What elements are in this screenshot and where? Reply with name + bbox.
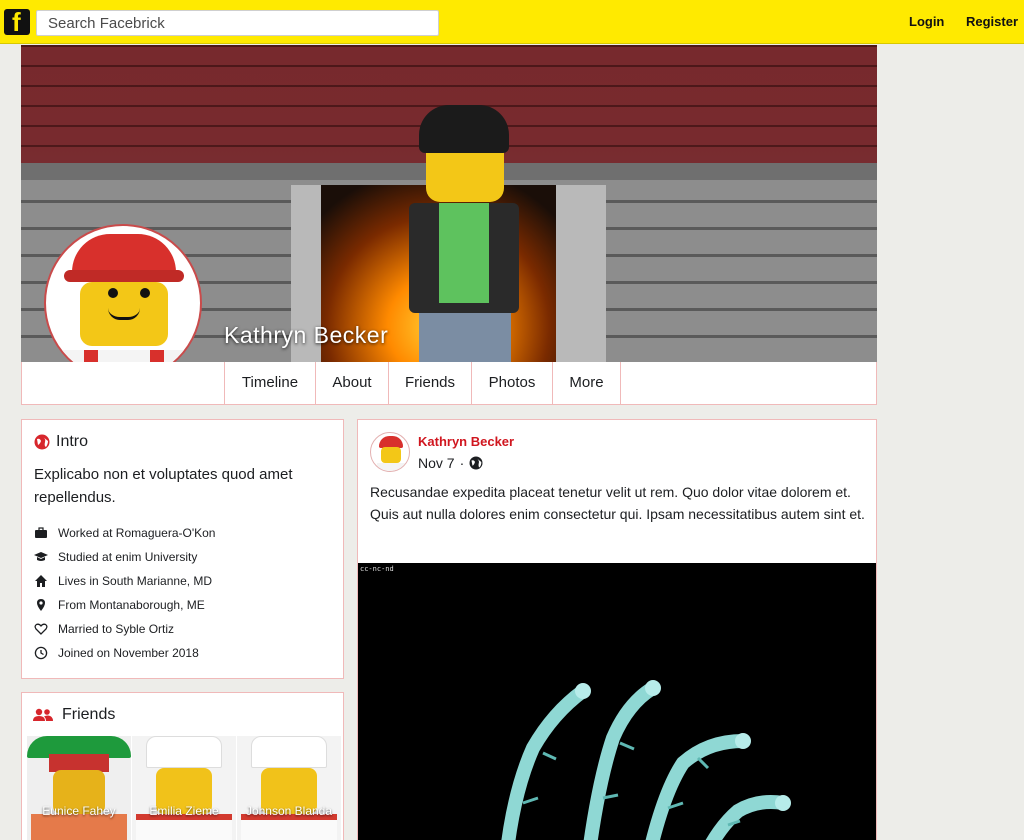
post-avatar-body <box>377 463 405 471</box>
image-license-label: cc-nc-nd <box>360 565 394 573</box>
post-avatar-face <box>381 447 401 463</box>
skeleton-hand-image <box>501 680 791 840</box>
cover-pillar-right <box>556 185 606 362</box>
friend-chef-hat <box>146 736 222 768</box>
friend-chef-hat <box>251 736 327 768</box>
friend-name: Eunice Fahey <box>42 804 116 818</box>
post-meta-separator: · <box>459 455 465 471</box>
tab-friends[interactable]: Friends <box>388 362 471 404</box>
post-text: Recusandae expedita placeat tenetur veli… <box>370 484 865 522</box>
intro-title: Intro <box>56 433 89 450</box>
users-icon <box>33 708 53 721</box>
friend-card[interactable]: Johnson Blanda <box>237 736 341 840</box>
profile-tabs: Timeline About Friends Photos More <box>21 362 877 405</box>
friend-card[interactable]: Emilia Zieme <box>132 736 236 840</box>
post-meta: Nov 7 · <box>418 455 483 471</box>
intro-detail-education: Studied at enim University <box>34 548 197 566</box>
friends-title: Friends <box>62 706 116 723</box>
intro-detail-text: From Montanaborough, ME <box>58 598 205 612</box>
intro-detail-from: From Montanaborough, ME <box>34 596 205 614</box>
intro-detail-text: Joined on November 2018 <box>58 646 199 660</box>
tab-photos[interactable]: Photos <box>471 362 552 404</box>
friends-card: Friends Eunice Fahey Emilia Zieme Johnso… <box>21 692 344 840</box>
avatar-eye-left <box>108 288 118 298</box>
post-author-avatar[interactable] <box>370 432 410 472</box>
register-link[interactable]: Register <box>966 14 1018 29</box>
profile-name: Kathryn Becker <box>224 322 389 348</box>
search-input[interactable] <box>36 10 439 36</box>
intro-detail-lives: Lives in South Marianne, MD <box>34 572 212 590</box>
friend-name: Johnson Blanda <box>245 804 333 818</box>
clock-icon <box>34 646 48 660</box>
intro-detail-relationship: Married to Syble Ortiz <box>34 620 174 638</box>
intro-detail-joined: Joined on November 2018 <box>34 644 199 662</box>
intro-detail-text: Studied at enim University <box>58 550 198 564</box>
briefcase-icon <box>35 527 47 538</box>
post-card: Kathryn Becker Nov 7 · Recusandae expedi… <box>357 419 877 840</box>
login-link[interactable]: Login <box>909 14 944 29</box>
intro-detail-text: Worked at Romaguera-O'Kon <box>58 526 216 540</box>
globe-icon <box>34 434 50 450</box>
intro-detail-text: Lives in South Marianne, MD <box>58 574 213 588</box>
logo-letter: f <box>12 7 21 37</box>
intro-detail-text: Married to Syble Ortiz <box>58 622 175 636</box>
post-date[interactable]: Nov 7 <box>418 455 455 471</box>
tab-about[interactable]: About <box>315 362 388 404</box>
post-author-name[interactable]: Kathryn Becker <box>418 434 514 449</box>
home-icon <box>35 575 47 587</box>
top-navbar: f Login Register <box>0 0 1024 44</box>
heart-icon <box>34 623 48 635</box>
cover-figure-hair <box>419 105 509 153</box>
avatar-helmet-brim <box>64 270 184 282</box>
friend-name: Emilia Zieme <box>149 804 219 818</box>
globe-icon <box>469 456 483 470</box>
tab-more[interactable]: More <box>552 362 621 404</box>
map-pin-icon <box>37 599 45 611</box>
intro-bio: Explicabo non et voluptates quod amet re… <box>34 466 293 506</box>
friend-card[interactable]: Eunice Fahey <box>27 736 131 840</box>
cover-figure-shirt <box>439 203 489 303</box>
avatar-eye-right <box>140 288 150 298</box>
post-image[interactable]: cc-nc-nd <box>358 563 876 840</box>
facebrick-logo-icon[interactable]: f <box>4 7 30 37</box>
intro-detail-work: Worked at Romaguera-O'Kon <box>34 524 215 542</box>
cover-figure-legs <box>419 313 511 362</box>
tab-timeline[interactable]: Timeline <box>224 362 315 404</box>
graduation-cap-icon <box>34 552 48 561</box>
profile-avatar[interactable] <box>44 224 202 382</box>
intro-card: Intro Explicabo non et voluptates quod a… <box>21 419 344 679</box>
